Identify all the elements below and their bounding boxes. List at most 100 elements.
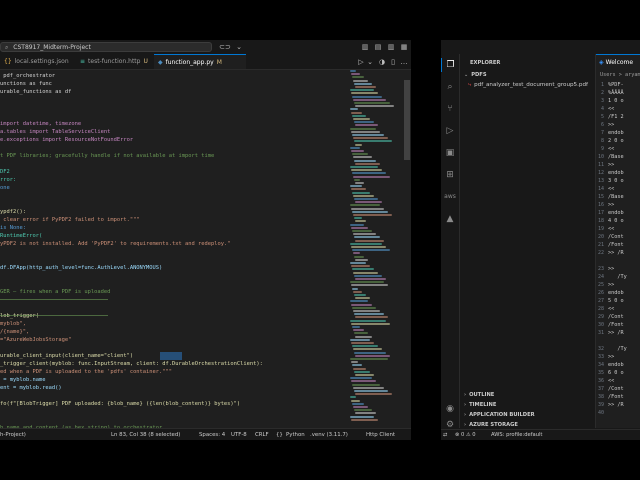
minimap-line — [350, 204, 380, 207]
remote-explorer-icon[interactable]: ▣ — [441, 146, 459, 160]
minimap-line — [355, 258, 368, 261]
minimap-line — [354, 217, 362, 220]
line-number: 1 — [600, 82, 604, 88]
vscode-icon: ◈ — [599, 59, 604, 66]
minimap-line — [355, 239, 384, 242]
left-editor-window: ⌕ CST8917_Midterm-Project ⊂⊃ ⌄ ▥ ▤ ▥ ▦ {… — [0, 40, 411, 440]
code-line: /{name}", — [0, 329, 30, 335]
code-line: fo(f"[BlobTrigger] PDF uploaded: {blob_n… — [0, 401, 241, 407]
remote-icon[interactable]: ⇄ — [443, 430, 447, 440]
line-number: 11 — [597, 162, 604, 168]
azure-icon[interactable]: ▲ — [441, 212, 459, 226]
minimap-line — [354, 121, 374, 124]
toggle-secondary-sidebar-icon[interactable]: ▥ — [386, 42, 396, 52]
extensions-icon[interactable]: ⊞ — [441, 168, 459, 182]
minimap-line — [351, 130, 380, 133]
minimap-line — [352, 191, 370, 194]
section-timeline[interactable]: › TIMELINE — [464, 402, 496, 408]
minimap-line — [354, 198, 378, 200]
minimap-line — [353, 367, 366, 370]
minimap-line — [351, 188, 366, 191]
status-cursor-position[interactable]: Ln 83, Col 38 (8 selected) — [111, 429, 180, 440]
tab-welcome[interactable]: ◈ Welcome — [596, 54, 640, 69]
source-control-icon[interactable]: ⑂ — [441, 102, 459, 116]
minimap-line — [350, 396, 356, 399]
tab-function-app-py[interactable]: ◆ function_app.py M — [154, 54, 246, 69]
copilot-icon[interactable]: ⊂⊃ — [218, 42, 232, 52]
run-debug-icon[interactable]: ▷ — [441, 124, 459, 138]
problems-status[interactable]: ⊗ 0 ⚠ 0 — [455, 430, 476, 440]
account-icon[interactable]: ◉ — [441, 402, 459, 416]
section-outline[interactable]: › OUTLINE — [464, 392, 494, 398]
scrollbar-thumb[interactable] — [404, 80, 410, 160]
chevron-down-icon[interactable]: ⌄ — [234, 42, 244, 52]
minimap-line — [352, 383, 380, 386]
minimap-line — [352, 345, 378, 348]
line-number: 39 — [597, 402, 604, 408]
status-language[interactable]: Python — [286, 429, 305, 440]
code-line: GER — fires when a PDF is uploaded — [0, 289, 111, 295]
section-application-builder[interactable]: › APPLICATION BUILDER — [464, 412, 535, 418]
minimap-line — [351, 322, 390, 325]
line-number: 3 — [600, 98, 604, 104]
customize-layout-icon[interactable]: ▦ — [399, 42, 409, 52]
code-line: e.exceptions import ResourceNotFoundErro… — [0, 137, 134, 143]
status-python-env[interactable]: .venv (3.11.7) — [310, 429, 348, 440]
line-number: 13 — [597, 178, 604, 184]
minimap[interactable] — [350, 70, 402, 428]
more-actions-icon[interactable]: … — [399, 57, 409, 67]
line-number: 27 — [597, 298, 604, 304]
pdf-source-line: /Font — [608, 322, 624, 328]
status-indentation[interactable]: Spaces: 4 — [199, 429, 225, 440]
minimap-line — [351, 418, 378, 421]
minimap-line — [352, 249, 390, 252]
status-encoding[interactable]: UTF-8 — [231, 429, 247, 440]
file-pdf-analyzer[interactable]: ⤷ pdf_analyzer_test_document_group5.pdf — [468, 82, 588, 89]
minimap-line — [353, 137, 388, 140]
split-editor-icon[interactable]: ▯ — [388, 57, 398, 67]
line-number: 26 — [597, 290, 604, 296]
toggle-panel-icon[interactable]: ▤ — [373, 42, 383, 52]
line-number: 14 — [597, 186, 604, 192]
breadcrumb[interactable]: Users > aryam — [600, 71, 640, 79]
section-azure-storage[interactable]: › AZURE STORAGE — [464, 422, 518, 428]
line-number: 36 — [597, 378, 604, 384]
explorer-icon[interactable]: ❐ — [441, 58, 459, 72]
code-line: _trigger_client(myblob: func.InputStream… — [0, 361, 263, 367]
toggle-sidebar-icon[interactable]: ▥ — [360, 42, 370, 52]
status-eol[interactable]: CRLF — [255, 429, 269, 440]
minimap-line — [351, 226, 368, 229]
command-center-search[interactable]: ⌕ CST8917_Midterm-Project — [0, 42, 212, 52]
minimap-line — [351, 399, 360, 402]
aws-profile-status[interactable]: AWS: profile:default — [491, 430, 542, 440]
line-number: 38 — [597, 394, 604, 400]
minimap-line — [351, 265, 370, 268]
minimap-line — [351, 246, 386, 248]
status-http-client[interactable]: Http Client — [366, 429, 395, 440]
editor-tab-bar: {} local.settings.json ≡ test-function.htt… — [0, 54, 411, 70]
pdf-source-line: 4 0 o — [608, 218, 624, 224]
minimap-line — [353, 329, 364, 332]
folder-pdfs[interactable]: ⌄ PDFS — [464, 72, 487, 78]
status-project[interactable]: h-Project) — [0, 429, 26, 440]
status-language-braces[interactable]: {} — [276, 429, 283, 440]
compare-changes-icon[interactable]: ◑ — [377, 57, 387, 67]
tab-test-function-http[interactable]: ≡ test-function.http U — [76, 54, 154, 69]
aws-icon[interactable]: aws — [441, 190, 459, 204]
code-line: is None: — [0, 225, 26, 231]
pdf-source-line: 3 0 o — [608, 178, 624, 184]
search-icon: ⌕ — [5, 44, 9, 51]
chevron-down-icon[interactable]: ⌄ — [366, 57, 374, 67]
minimap-line — [354, 274, 382, 277]
minimap-line — [355, 316, 388, 319]
line-number: 32 — [597, 346, 604, 352]
run-icon[interactable]: ▷ — [356, 57, 366, 67]
search-icon[interactable]: ⌕ — [441, 80, 459, 94]
minimap-line — [353, 194, 374, 197]
pdf-source-line: /Font — [608, 242, 624, 248]
editor-pane[interactable]: ◈ Welcome Users > aryam 1 %PDF- 2 %ÂÂÂÂ 3 1 0 … — [595, 54, 640, 428]
tab-local-settings[interactable]: {} local.settings.json — [0, 54, 76, 69]
line-number: 20 — [597, 234, 604, 240]
line-number: 18 — [597, 218, 604, 224]
pdf-source-line: >> — [608, 354, 615, 360]
